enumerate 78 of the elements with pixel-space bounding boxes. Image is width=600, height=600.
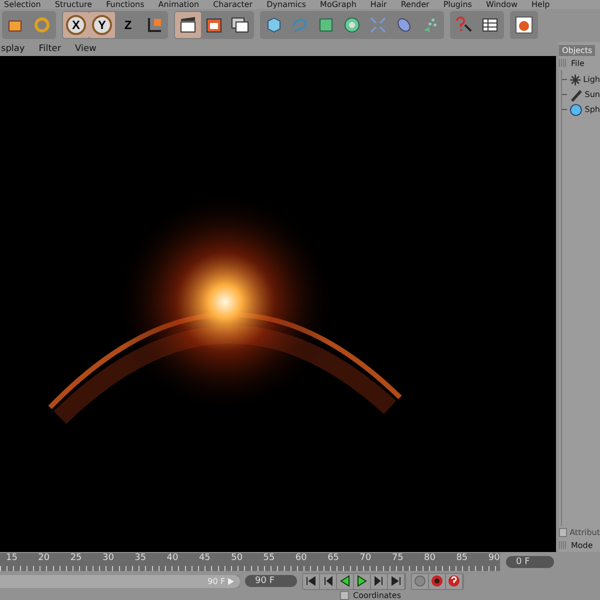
tick-label: 50 (231, 553, 243, 565)
menu-item[interactable]: Dynamics (266, 0, 306, 9)
clapper-icon (205, 16, 223, 34)
panel-title: Coordinates (353, 590, 402, 600)
object-name[interactable]: Sph (584, 105, 600, 114)
table-icon (481, 16, 499, 34)
axes-icon (145, 16, 163, 34)
skip-end-icon (389, 574, 403, 588)
pen-icon (568, 88, 583, 102)
panel-tab[interactable]: Attribut (570, 528, 600, 536)
toolbar-button[interactable]: X (63, 12, 89, 38)
frame-field[interactable]: 0 F (506, 556, 554, 568)
play-icon (228, 578, 234, 584)
question-icon (447, 574, 461, 588)
transport-button[interactable] (354, 574, 370, 588)
menu-item[interactable]: Functions (106, 0, 144, 9)
transport-button[interactable] (337, 574, 353, 588)
menu-item[interactable]: Selection (4, 0, 41, 9)
toolbar-button[interactable]: Y (89, 12, 115, 38)
tick-label: 25 (70, 553, 82, 565)
object-name[interactable]: Sun (584, 90, 600, 99)
tick-label: 80 (424, 553, 436, 565)
menu-item[interactable]: Character (213, 0, 253, 9)
transport-button[interactable] (388, 574, 404, 588)
tick-label: 75 (392, 553, 404, 565)
record-button[interactable] (429, 574, 445, 588)
clapper-icon (179, 16, 197, 34)
play-icon (355, 574, 369, 588)
grip-icon (559, 59, 567, 67)
clapper-icon (231, 16, 249, 34)
viewport-menu-item[interactable]: Filter (38, 44, 62, 54)
panel-tab[interactable]: Objects (559, 45, 596, 56)
menu-item[interactable]: Plugins (443, 0, 472, 9)
timeline-ruler[interactable]: 15 20 25 30 35 40 45 50 55 60 65 70 75 80 85 90 (0, 553, 500, 571)
panel-menu-item[interactable]: File (571, 58, 584, 68)
menu-item[interactable]: Hair (370, 0, 387, 9)
tick-label: 55 (263, 553, 275, 565)
checkbox-icon (559, 528, 567, 536)
light-icon (568, 72, 582, 86)
tick-label: 15 (6, 553, 18, 565)
tick-label: 90 (488, 553, 500, 565)
record-icon (430, 574, 444, 588)
sphere-icon (568, 102, 583, 116)
tick-label: 20 (38, 553, 50, 565)
play-back-icon (338, 574, 352, 588)
spline-icon (291, 16, 309, 34)
tick-label: 45 (198, 553, 210, 565)
menu-item[interactable]: Window (486, 0, 518, 9)
menu-item[interactable]: Render (400, 0, 430, 9)
transport-button[interactable] (371, 574, 387, 588)
panel-menu-item[interactable]: Mode (571, 540, 593, 550)
tick-label: 85 (456, 553, 468, 565)
tick-label: 65 (328, 553, 340, 565)
disc-icon (395, 16, 413, 34)
tick-label: 35 (134, 553, 146, 565)
menu-item[interactable]: Structure (54, 0, 92, 9)
viewport-menu-item[interactable]: View (75, 44, 96, 54)
transport-button[interactable] (303, 574, 319, 588)
record-button[interactable] (446, 574, 462, 588)
key-icon (413, 574, 427, 588)
range-end-label: 90 F (208, 576, 225, 586)
menu-item[interactable]: Animation (158, 0, 200, 9)
end-frame-field[interactable]: 90 F (245, 575, 297, 587)
object-name[interactable]: Ligh (583, 75, 600, 84)
toolbar-button[interactable] (175, 12, 201, 38)
menu-item[interactable]: MoGraph (320, 0, 356, 9)
grip-icon (559, 541, 567, 549)
tick-label: 30 (102, 553, 114, 565)
rotate-icon (33, 16, 51, 34)
tick-label: 70 (360, 553, 372, 565)
question-pointer-icon (455, 16, 473, 34)
tick-label: 60 (295, 553, 307, 565)
transport-button[interactable] (320, 574, 336, 588)
menu-item[interactable]: Help (532, 0, 550, 9)
tick-label: 40 (166, 553, 178, 565)
viewport-menu-item[interactable]: splay (1, 44, 25, 54)
skip-start-icon (304, 574, 318, 588)
toolbar-button[interactable]: Z (115, 12, 141, 38)
